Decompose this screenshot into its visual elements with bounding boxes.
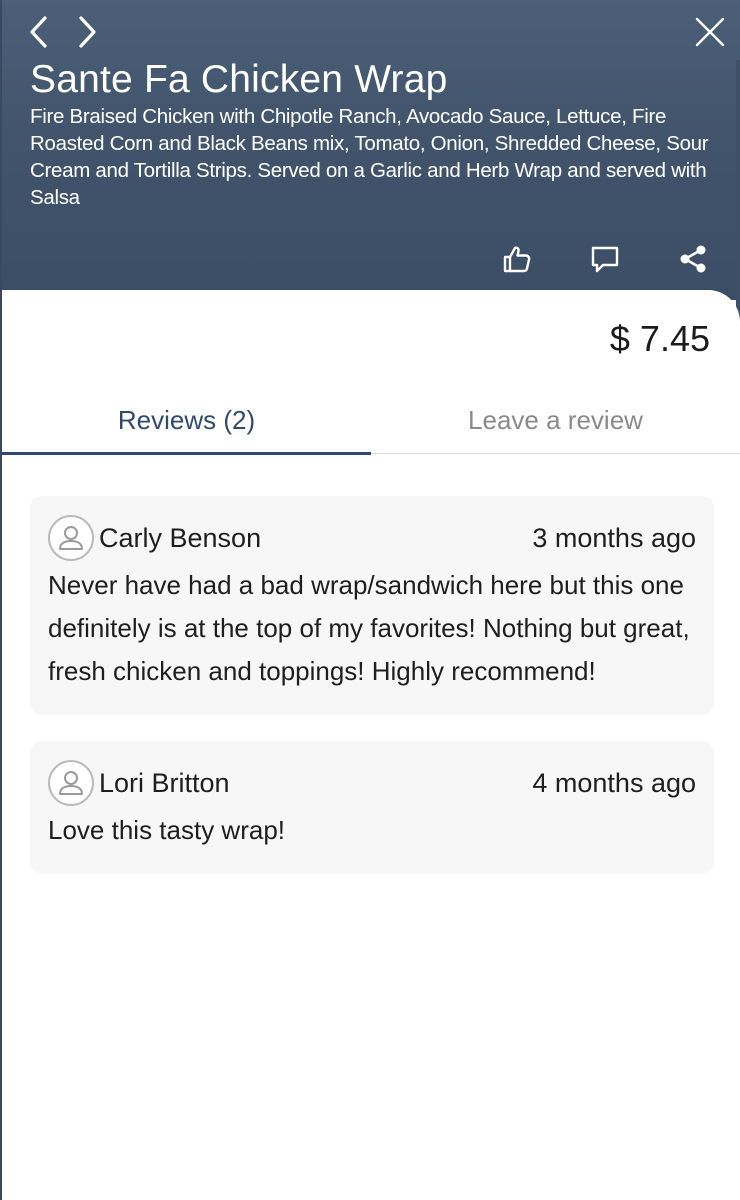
review-text: Never have had a bad wrap/sandwich here …	[48, 570, 690, 686]
reviewer-name: Carly Benson	[99, 522, 262, 553]
tab-leave-review[interactable]: Leave a review	[371, 386, 740, 454]
review-header: Lori Britton 4 months ago	[48, 760, 696, 806]
review-text: Love this tasty wrap!	[48, 815, 285, 845]
share-button[interactable]	[674, 240, 712, 278]
user-icon	[59, 771, 83, 795]
item-actions	[498, 240, 712, 278]
comment-button[interactable]	[586, 240, 624, 278]
review-tabs: Reviews (2) Leave a review	[2, 386, 740, 455]
chevron-right-icon	[79, 16, 96, 48]
review-card: Carly Benson 3 months ago Never have had…	[30, 496, 714, 715]
reviewer-name: Lori Britton	[99, 767, 230, 798]
review-time: 3 months ago	[532, 522, 696, 553]
review-card: Lori Britton 4 months ago Love this tast…	[30, 741, 714, 874]
tab-reviews[interactable]: Reviews (2)	[2, 386, 371, 455]
close-icon	[695, 17, 725, 47]
comment-icon	[591, 246, 619, 273]
item-content-card: $ 7.45 Reviews (2) Leave a review Carly …	[2, 290, 740, 1200]
item-price: $ 7.45	[609, 318, 710, 359]
close-button[interactable]	[690, 12, 730, 52]
chevron-left-icon	[30, 16, 47, 48]
back-button[interactable]	[18, 12, 58, 52]
forward-button[interactable]	[68, 12, 108, 52]
user-icon	[59, 526, 83, 550]
thumbs-up-icon	[503, 246, 531, 273]
avatar	[48, 760, 94, 806]
item-header: Sante Fa Chicken Wrap Fire Braised Chick…	[2, 0, 740, 300]
review-list: Carly Benson 3 months ago Never have had…	[30, 496, 714, 900]
avatar	[48, 515, 94, 561]
review-time: 4 months ago	[532, 767, 696, 798]
item-detail-panel: Sante Fa Chicken Wrap Fire Braised Chick…	[0, 0, 740, 1200]
item-description: Fire Braised Chicken with Chipotle Ranch…	[30, 105, 709, 209]
share-icon	[680, 245, 706, 273]
review-header: Carly Benson 3 months ago	[48, 515, 696, 561]
like-button[interactable]	[498, 240, 536, 278]
item-title: Sante Fa Chicken Wrap	[30, 58, 448, 101]
